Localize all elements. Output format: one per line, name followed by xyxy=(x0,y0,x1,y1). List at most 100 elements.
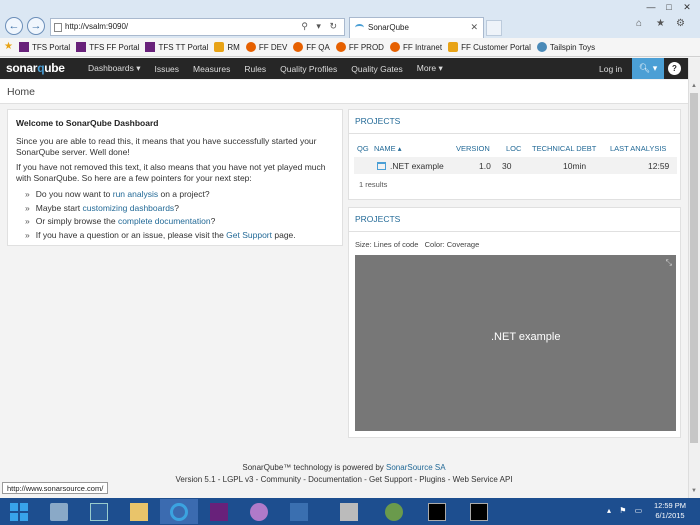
help-icon[interactable]: ? xyxy=(668,62,681,75)
fabrikam-icon xyxy=(293,42,304,52)
documentation-link[interactable]: complete documentation xyxy=(118,216,211,226)
favorite-link[interactable]: FF PROD xyxy=(335,42,384,52)
run-analysis-link[interactable]: run analysis xyxy=(113,189,158,199)
treemap-tile[interactable]: ⤡ .NET example xyxy=(355,255,676,431)
nav-rules[interactable]: Rules xyxy=(244,64,266,74)
taskbar-visual-studio[interactable] xyxy=(200,499,238,524)
sonarqube-logo[interactable]: sonarqube xyxy=(6,61,65,75)
list-item: Or simply browse the complete documentat… xyxy=(25,215,334,229)
favorite-link[interactable]: TFS Portal xyxy=(18,42,70,52)
taskbar-powershell[interactable] xyxy=(80,499,118,524)
page-header: Home xyxy=(0,80,688,104)
favorite-link[interactable]: TFS FF Portal xyxy=(76,42,139,52)
favorites-star[interactable]: ★ xyxy=(4,42,13,52)
fabrikam-icon xyxy=(335,42,346,52)
column-header-qg[interactable]: QG xyxy=(357,144,369,153)
window-controls: — □ ✕ xyxy=(644,1,694,13)
maximize-button[interactable]: □ xyxy=(662,1,676,13)
item-text: If you have a question or an issue, plea… xyxy=(35,229,227,240)
scroll-up-arrow[interactable]: ▲ xyxy=(688,80,700,92)
taskbar-clock[interactable]: 12:59 PM 6/1/2015 xyxy=(644,501,696,521)
browser-titlebar: — □ ✕ ← → http://vsalm:9090/ ⚲ ▾ ↻ Sonar… xyxy=(0,0,700,38)
treemap-legend: Size: Lines of code Color: Coverage xyxy=(355,240,479,249)
address-bar[interactable]: http://vsalm:9090/ ⚲ ▾ ↻ xyxy=(50,18,345,36)
favorite-label: FF PROD xyxy=(348,42,384,52)
favorite-label: FF Customer Portal xyxy=(461,42,531,52)
app-icon xyxy=(250,502,268,521)
favorites-icon[interactable]: ★ xyxy=(656,18,665,29)
taskbar-app[interactable] xyxy=(240,499,278,524)
favorite-label: Tailspin Toys xyxy=(549,42,596,52)
system-tray-icons[interactable]: ▴ ⚑ ▭ xyxy=(607,506,645,515)
taskbar-internet-explorer[interactable] xyxy=(160,499,198,524)
pointer-list: Do you now want to run analysis on a pro… xyxy=(16,188,334,242)
customizing-dashboards-link[interactable]: customizing dashboards xyxy=(83,203,175,213)
favorite-link[interactable]: TFS TT Portal xyxy=(145,42,208,52)
home-icon[interactable]: ⌂ xyxy=(636,18,642,29)
taskbar-file-explorer[interactable] xyxy=(120,499,158,524)
nav-issues[interactable]: Issues xyxy=(154,64,179,74)
item-text: on a project? xyxy=(158,189,210,199)
nav-quality-gates[interactable]: Quality Gates xyxy=(351,64,403,74)
sonarsource-link[interactable]: SonarSource SA xyxy=(386,463,446,472)
address-tools-icons[interactable]: ⚲ ▾ ↻ xyxy=(301,21,340,32)
favorite-link[interactable]: Tailspin Toys xyxy=(536,42,596,52)
column-header-version[interactable]: VERSION xyxy=(456,144,490,153)
item-text: ? xyxy=(210,216,216,226)
column-header-name[interactable]: NAME ▴ xyxy=(374,144,402,153)
start-button[interactable] xyxy=(0,499,38,524)
search-button[interactable]: 🔍︎ ▾ xyxy=(632,58,664,79)
projects-treemap-widget: PROJECTS Size: Lines of code Color: Cove… xyxy=(348,207,681,438)
favorite-link[interactable]: RM xyxy=(214,42,240,52)
sonarqube-navbar: sonarqube Dashboards ▾ Issues Measures R… xyxy=(0,58,688,79)
column-header-technical-debt[interactable]: TECHNICAL DEBT xyxy=(532,144,596,153)
nav-dashboards[interactable]: Dashboards ▾ xyxy=(88,63,140,74)
minimize-button[interactable]: — xyxy=(644,1,658,13)
favorite-link[interactable]: FF QA xyxy=(293,42,330,52)
taskbar-app[interactable] xyxy=(330,499,368,524)
projects-table-widget: PROJECTS QG NAME ▴ VERSION LOC TECHNICAL… xyxy=(348,109,681,200)
sonarqube-tab-icon xyxy=(355,24,364,31)
taskbar-release-management[interactable] xyxy=(280,499,318,524)
expand-icon[interactable]: ⤡ xyxy=(666,258,672,268)
taskbar-cmd-1[interactable] xyxy=(418,499,456,524)
column-header-loc[interactable]: LOC xyxy=(506,144,521,153)
tab-title: SonarQube xyxy=(368,23,409,32)
scrollbar-thumb[interactable] xyxy=(690,93,698,443)
welcome-text: Since you are able to read this, it mean… xyxy=(16,136,317,157)
nav-quality-profiles[interactable]: Quality Profiles xyxy=(280,64,337,74)
favorite-link[interactable]: FF Intranet xyxy=(389,42,443,52)
address-url[interactable]: http://vsalm:9090/ xyxy=(65,22,128,31)
login-link[interactable]: Log in xyxy=(599,64,622,74)
favorites-bar: ★ TFS Portal TFS FF Portal TFS TT Portal… xyxy=(0,38,700,57)
scroll-down-arrow[interactable]: ▼ xyxy=(688,485,700,497)
taskbar-app[interactable] xyxy=(375,499,413,524)
treemap-color-label: Color: Coverage xyxy=(424,240,480,249)
new-tab-button[interactable] xyxy=(486,20,502,36)
get-support-link[interactable]: Get Support xyxy=(226,230,272,240)
item-text: Maybe start xyxy=(35,202,83,213)
settings-gear-icon[interactable]: ⚙ xyxy=(676,18,685,29)
taskbar-server-manager[interactable] xyxy=(40,499,78,524)
favorite-label: FF Intranet xyxy=(402,42,443,52)
treemap-size-label: Size: Lines of code xyxy=(355,240,419,249)
nav-more[interactable]: More ▾ xyxy=(417,63,443,74)
browser-tab-sonarqube[interactable]: SonarQube ✕ xyxy=(349,17,484,38)
command-prompt-icon xyxy=(470,502,488,521)
nav-measures[interactable]: Measures xyxy=(193,64,230,74)
back-button[interactable]: ← xyxy=(5,17,23,35)
widget-title[interactable]: PROJECTS xyxy=(355,214,400,224)
project-technical-debt: 10min xyxy=(563,161,587,171)
windows-taskbar: ▴ ⚑ ▭ 12:59 PM 6/1/2015 xyxy=(0,498,700,525)
project-name-link[interactable]: .NET example xyxy=(390,161,444,171)
column-header-last-analysis[interactable]: LAST ANALYSIS xyxy=(610,144,666,153)
favorite-link[interactable]: FF DEV xyxy=(245,42,287,52)
taskbar-cmd-2[interactable] xyxy=(460,499,498,524)
close-window-button[interactable]: ✕ xyxy=(680,1,694,13)
widget-title[interactable]: PROJECTS xyxy=(355,116,400,126)
favorite-link[interactable]: FF Customer Portal xyxy=(448,42,531,52)
item-text: page. xyxy=(272,229,296,240)
tab-close-icon[interactable]: ✕ xyxy=(470,22,478,33)
project-last-analysis: 12:59 xyxy=(648,161,670,171)
forward-button[interactable]: → xyxy=(27,17,45,35)
